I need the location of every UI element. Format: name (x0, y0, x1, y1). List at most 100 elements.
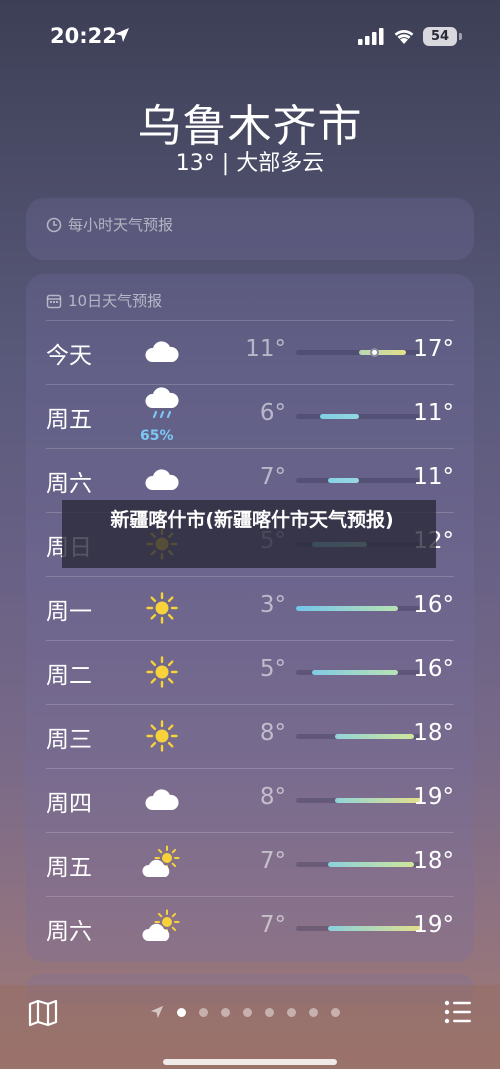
page-dot[interactable] (265, 1007, 274, 1017)
row-divider (46, 576, 454, 577)
status-time: 20:22 (50, 24, 117, 48)
partly-sunny-icon (142, 908, 182, 948)
hourly-forecast-header: 每小时天气预报 (46, 214, 173, 235)
high-temperature: 18° (413, 848, 454, 874)
temperature-range-bar (359, 350, 407, 355)
clock-icon (46, 217, 62, 232)
temperature-range-track (296, 414, 422, 419)
row-divider (46, 704, 454, 705)
row-divider (46, 768, 454, 769)
city-list-icon[interactable] (444, 1000, 472, 1024)
forecast-day-label: 周六 (46, 471, 92, 497)
row-divider (46, 640, 454, 641)
page-dot[interactable] (177, 1007, 186, 1017)
low-temperature: 6° (259, 400, 286, 426)
cloud-icon (142, 780, 182, 820)
temperature-range-track (296, 670, 422, 675)
forecast-day-label: 周六 (46, 919, 92, 945)
high-temperature: 17° (413, 336, 454, 362)
high-temperature: 19° (413, 784, 454, 810)
sun-icon (142, 716, 182, 756)
temperature-range-bar (335, 734, 415, 739)
page-dot[interactable] (287, 1007, 296, 1017)
forecast-day-label: 周五 (46, 855, 92, 881)
forecast-day-label: 周二 (46, 663, 92, 689)
temperature-range-bar (327, 862, 415, 867)
page-indicator[interactable] (150, 1005, 340, 1019)
overlay-banner: 新疆喀什市(新疆喀什市天气预报) (62, 500, 436, 568)
page-dot[interactable] (221, 1007, 230, 1017)
page-dot[interactable] (331, 1007, 340, 1017)
forecast-row[interactable]: 今天 11° 17° (46, 320, 454, 384)
row-divider (46, 448, 454, 449)
battery-indicator: 54 (423, 27, 457, 46)
low-temperature: 8° (259, 720, 286, 746)
forecast-row[interactable]: 周五 65% 6° 11° (46, 384, 454, 448)
partly-sunny-icon (142, 844, 182, 884)
current-temperature-dot (370, 348, 380, 357)
temperature-range-track (296, 798, 422, 803)
high-temperature: 19° (413, 912, 454, 938)
calendar-icon (46, 294, 62, 308)
map-icon[interactable] (28, 999, 58, 1027)
wifi-icon (394, 30, 414, 44)
temperature-range-bar (319, 414, 359, 419)
location-arrow-icon (115, 28, 129, 42)
row-divider (46, 832, 454, 833)
high-temperature: 16° (413, 656, 454, 682)
current-conditions: 13° | 大部多云 (175, 151, 325, 176)
forecast-row[interactable]: 周三 8° 18° (46, 704, 454, 768)
low-temperature: 5° (259, 656, 286, 682)
rain-cloud-icon (142, 386, 182, 426)
low-temperature: 7° (259, 848, 286, 874)
temperature-range-track (296, 862, 422, 867)
battery-cap (459, 33, 462, 40)
overlay-text: 新疆喀什市(新疆喀什市天气预报) (110, 509, 394, 531)
temperature-range-track (296, 348, 422, 357)
hourly-forecast-card[interactable]: 每小时天气预报 (26, 198, 474, 260)
high-temperature: 18° (413, 720, 454, 746)
ten-day-forecast-title: 10日天气预报 (68, 292, 163, 310)
row-divider (46, 384, 454, 385)
high-temperature: 11° (413, 464, 454, 490)
low-temperature: 11° (245, 336, 286, 362)
high-temperature: 16° (413, 592, 454, 618)
row-divider (46, 896, 454, 897)
page-dot[interactable] (199, 1007, 208, 1017)
forecast-day-label: 周四 (46, 791, 92, 817)
page-dot[interactable] (243, 1007, 252, 1017)
forecast-row[interactable]: 周一 3° 16° (46, 576, 454, 640)
temperature-range-track (296, 734, 422, 739)
forecast-row[interactable]: 周四 8° 19° (46, 768, 454, 832)
temperature-range-track (296, 606, 422, 611)
forecast-row[interactable]: 周六 7° 19° (46, 896, 454, 960)
forecast-day-label: 今天 (46, 343, 92, 369)
low-temperature: 7° (259, 912, 286, 938)
home-indicator[interactable] (163, 1059, 337, 1065)
temperature-range-bar (296, 606, 399, 611)
sun-icon (142, 588, 182, 628)
page-dot[interactable] (309, 1007, 318, 1017)
forecast-day-label: 周三 (46, 727, 92, 753)
temperature-range-track (296, 478, 422, 483)
low-temperature: 8° (259, 784, 286, 810)
row-divider (46, 320, 454, 321)
status-bar: 20:22 54 (0, 0, 500, 70)
temperature-range-bar (311, 670, 399, 675)
high-temperature: 11° (413, 400, 454, 426)
bottom-toolbar (0, 985, 500, 1069)
hourly-forecast-title: 每小时天气预报 (68, 216, 174, 234)
forecast-row[interactable]: 周五 7° 18° (46, 832, 454, 896)
low-temperature: 3° (259, 592, 286, 618)
forecast-row[interactable]: 周二 5° 16° (46, 640, 454, 704)
location-page-icon[interactable] (150, 1005, 164, 1019)
low-temperature: 7° (259, 464, 286, 490)
cloud-icon (142, 332, 182, 372)
cloud-icon (142, 460, 182, 500)
ten-day-forecast-header: 10日天气预报 (46, 290, 162, 311)
precipitation-chance: 65% (140, 428, 174, 444)
temperature-range-track (296, 926, 422, 931)
ten-day-forecast-card[interactable]: 10日天气预报 今天11°17°周五65%6°11°周六7°11°周日5°12°… (26, 274, 474, 962)
forecast-day-label: 周一 (46, 599, 92, 625)
temperature-range-bar (327, 478, 359, 483)
